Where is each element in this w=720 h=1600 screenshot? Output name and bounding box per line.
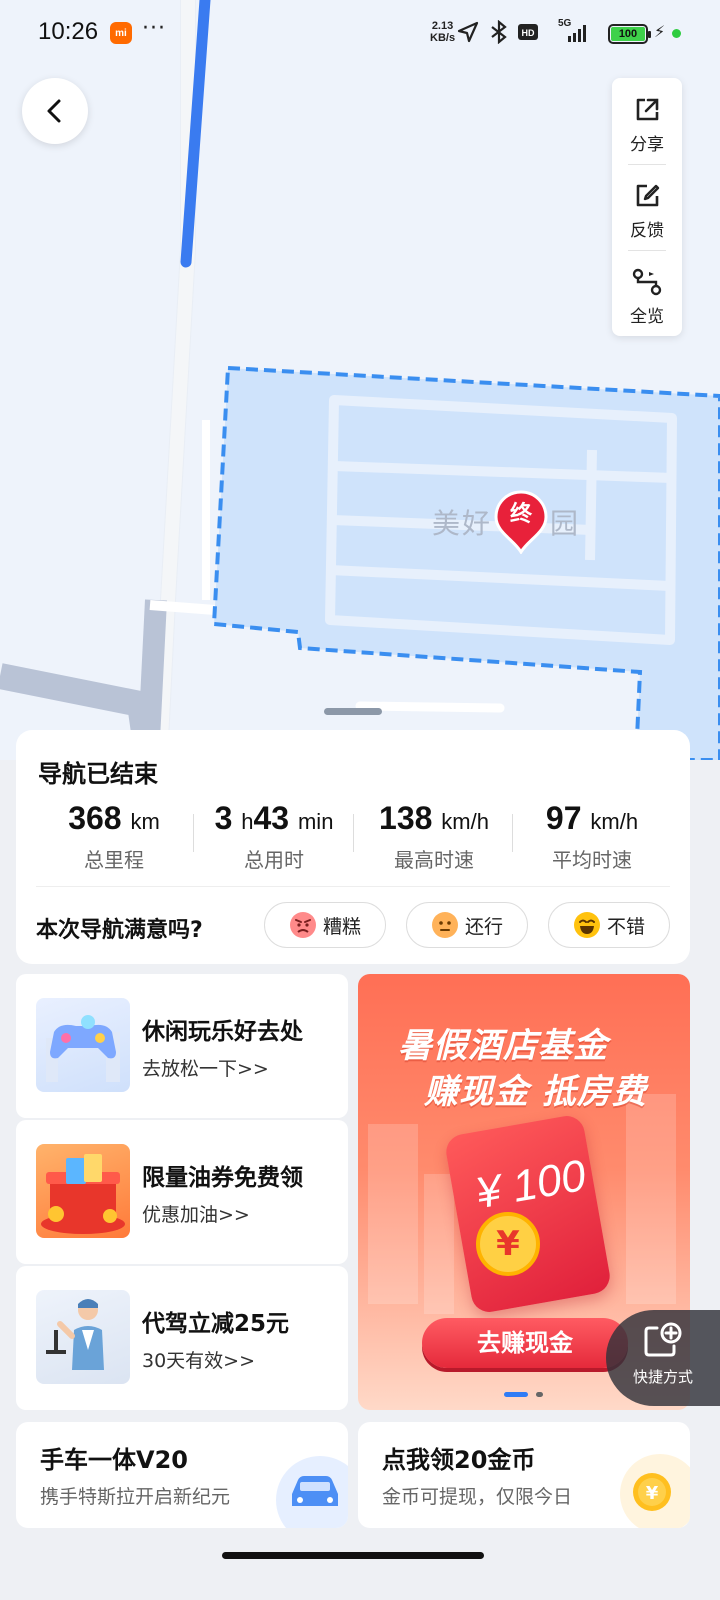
stat-max-speed: 138 km/h 最高时速 [379,800,489,872]
promo-leisure[interactable]: 休闲玩乐好去处 去放松一下>> [16,974,348,1118]
building-decoration [626,1094,676,1304]
trip-summary-card: 导航已结束 368 km 总里程 3 h43 min 总用时 138 km/h … [16,730,690,964]
signal-strength-icon [568,25,586,42]
gold-coin-card[interactable]: 点我领20金币 金币可提现，仅限今日 ¥ [358,1422,690,1528]
status-time: 10:26 [38,18,99,45]
yuan-coin-icon: ¥ [476,1212,540,1276]
gold-coin-icon: ¥ [620,1454,690,1528]
svg-text:¥: ¥ [646,1483,659,1504]
rating-ok-button[interactable]: 还行 [406,902,528,948]
status-bar: 10:26 mi ··· 2.13 KB/s HD 5G 100 ⚡ [0,0,720,68]
card-title: 手车一体V20 [40,1446,188,1474]
end-pin-icon[interactable]: 终 [494,490,548,554]
feedback-label: 反馈 [630,221,664,241]
driver-icon [36,1290,130,1384]
net-speed: 2.13 KB/s [430,20,456,44]
share-label: 分享 [630,135,664,155]
bluetooth-icon [491,20,507,44]
feedback-button[interactable]: 反馈 [612,164,682,250]
satisfaction-row: 本次导航满意吗? 糟糕 还行 不错 [36,902,676,948]
promo-list: 休闲玩乐好去处 去放松一下>> 限量油券免费领 优惠加油>> 代驾立减25元 3… [16,974,348,1410]
promo-subtitle: 30天有效>> [142,1350,256,1372]
share-icon [636,98,659,121]
battery-indicator: 100 [608,24,651,44]
svg-text:HD: HD [522,28,535,38]
promo-subtitle: 去放松一下>> [142,1058,269,1080]
neutral-face-icon [431,912,458,938]
rating-bad-button[interactable]: 糟糕 [264,902,386,948]
red-envelope-card [443,1113,613,1315]
sheet-drag-handle[interactable] [324,708,382,715]
v20-promo-card[interactable]: 手车一体V20 携手特斯拉开启新纪元 [16,1422,348,1528]
promo-title: 休闲玩乐好去处 [142,1019,303,1045]
privacy-dot [672,29,681,38]
map-tools-panel: 分享 反馈 全览 [612,78,682,336]
stat-duration: 3 h43 min 总用时 [214,800,334,872]
happy-face-icon [573,912,600,938]
share-button[interactable]: 分享 [612,78,682,164]
stat-avg-speed: 97 km/h 平均时速 [545,800,639,872]
edit-feedback-icon [636,184,660,207]
gift-box-icon [36,1144,130,1238]
mi-notification-icon: mi [110,22,132,44]
angry-face-icon [289,912,316,938]
card-title: 点我领20金币 [382,1446,536,1474]
gamepad-icon [36,998,130,1092]
promo-title: 代驾立减25元 [142,1311,290,1337]
home-indicator[interactable] [222,1552,484,1559]
satisfaction-question: 本次导航满意吗? [36,918,203,943]
card-subtitle: 金币可提现，仅限今日 [382,1486,573,1508]
promo-subtitle: 优惠加油>> [142,1204,250,1226]
building-decoration [368,1124,418,1304]
overview-button[interactable]: 全览 [612,250,682,336]
back-button[interactable] [22,78,88,144]
earn-cash-button[interactable]: 去赚现金 [422,1318,628,1368]
quick-access-button[interactable]: 快捷方式 [606,1310,720,1406]
route-overview-icon [632,268,662,296]
more-notifications-icon: ··· [142,16,166,41]
card-subtitle: 携手特斯拉开启新纪元 [40,1486,231,1508]
overview-label: 全览 [630,307,664,327]
add-shortcut-icon [644,1322,682,1357]
chevron-left-icon [47,99,61,123]
charging-icon: ⚡ [654,22,666,41]
quick-access-label: 快捷方式 [632,1368,693,1386]
divider [36,886,670,887]
car-icon [276,1456,348,1528]
promo-chauffeur[interactable]: 代驾立减25元 30天有效>> [16,1266,348,1410]
promo-title: 限量油券免费领 [142,1165,303,1191]
rating-good-button[interactable]: 不错 [548,902,670,948]
stat-distance: 368 km 总里程 [68,800,160,872]
trip-stats: 368 km 总里程 3 h43 min 总用时 138 km/h 最高时速 9… [16,798,690,872]
banner-headline: 暑假酒店基金 [398,1026,608,1066]
end-pin-label: 终 [509,502,532,527]
location-arrow-icon [457,21,479,43]
building-decoration [424,1174,454,1314]
trip-summary-title: 导航已结束 [38,760,158,788]
promo-fuel-coupon[interactable]: 限量油券免费领 优惠加油>> [16,1120,348,1264]
hd-voice-icon: HD [518,24,538,40]
banner-subheadline: 赚现金 抵房费 [424,1072,647,1112]
